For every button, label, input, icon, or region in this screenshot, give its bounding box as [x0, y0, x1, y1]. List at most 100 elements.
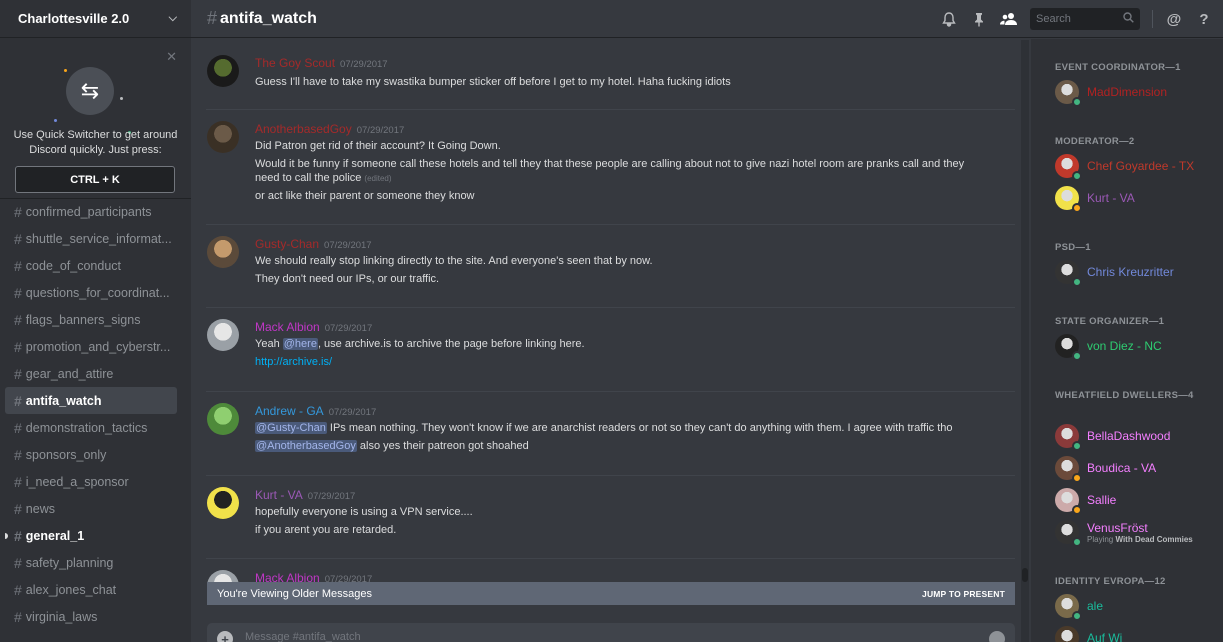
member-item[interactable]: MadDimension — [1055, 78, 1167, 107]
avatar — [1055, 186, 1082, 213]
member-item[interactable]: Kurt - VA — [1055, 184, 1135, 213]
message-input[interactable]: Message #antifa_watch — [245, 631, 989, 642]
channel-item[interactable]: # promotion_and_cyberstr... — [5, 333, 177, 360]
author-name[interactable]: Mack Albion — [255, 320, 320, 334]
avatar[interactable] — [207, 236, 239, 268]
search-input[interactable]: Search — [1030, 8, 1140, 30]
status-indicator — [1072, 203, 1082, 213]
channel-item[interactable]: # i_need_a_sponsor — [5, 468, 177, 495]
author-name[interactable]: The Goy Scout — [255, 56, 335, 70]
channel-item-label: general_1 — [25, 528, 85, 543]
member-name: BellaDashwood — [1087, 429, 1171, 443]
pin-icon[interactable] — [970, 10, 988, 28]
jump-to-present-button[interactable]: JUMP TO PRESENT — [922, 589, 1005, 599]
channel-item-label: flags_banners_signs — [25, 312, 141, 327]
channel-item[interactable]: # virginia_laws — [5, 603, 177, 630]
header-toolbar: Search @ ? — [940, 0, 1213, 38]
quick-switcher-text: Use Quick Switcher to get around Discord… — [13, 129, 178, 156]
member-text: MadDimension — [1079, 85, 1167, 99]
bell-icon[interactable] — [940, 10, 958, 28]
message-text: if you arent you are retarded. — [255, 524, 397, 536]
message-group: Kurt - VA 07/29/2017 hopefully everyone is… — [191, 475, 1023, 547]
message-list: The Goy Scout 07/29/2017 Guess I'll have t… — [191, 39, 1023, 642]
channel-item[interactable]: # sponsors_only — [5, 441, 177, 468]
message-composer[interactable]: + Message #antifa_watch — [207, 623, 1015, 642]
avatar — [1055, 626, 1079, 642]
avatar[interactable] — [207, 121, 239, 153]
member-item[interactable]: von Diez - NC — [1055, 332, 1162, 361]
channel-item[interactable]: # news — [5, 495, 177, 522]
channel-item-label: shuttle_service_informat... — [25, 231, 172, 246]
user-mention[interactable]: @AnotherbasedGoy — [255, 440, 357, 452]
status-indicator — [1072, 441, 1082, 451]
timestamp: 07/29/2017 — [328, 407, 377, 418]
author-name[interactable]: AnotherbasedGoy — [255, 122, 352, 136]
hash-icon: # — [14, 203, 22, 220]
author-name[interactable]: Gusty-Chan — [255, 237, 319, 251]
sparkle-icon — [54, 119, 57, 122]
channel-item[interactable]: # safety_planning — [5, 549, 177, 576]
user-mention[interactable]: @Gusty-Chan — [255, 422, 327, 434]
status-indicator — [1072, 171, 1082, 181]
member-text: Chris Kreuzritter — [1079, 265, 1174, 279]
upload-plus-icon[interactable]: + — [217, 631, 233, 642]
hash-icon: # — [14, 581, 22, 598]
member-text: Boudica - VA — [1079, 461, 1156, 475]
member-item[interactable]: ale — [1055, 592, 1103, 621]
scrollbar-thumb[interactable] — [1022, 568, 1028, 582]
user-mention[interactable]: @here — [282, 338, 318, 350]
member-text: von Diez - NC — [1079, 339, 1162, 353]
member-item[interactable]: Auf Wi — [1055, 624, 1122, 642]
hash-icon: # — [14, 527, 22, 544]
server-name: Charlottesville 2.0 — [18, 11, 130, 26]
edited-label: (edited) — [364, 174, 392, 183]
close-icon[interactable]: ✕ — [166, 49, 177, 65]
timestamp: 07/29/2017 — [307, 491, 356, 502]
channel-item[interactable]: # shuttle_service_informat... — [5, 225, 177, 252]
avatar — [1055, 334, 1082, 361]
message-group: Gusty-Chan 07/29/2017 We should really sto… — [191, 224, 1023, 296]
avatar[interactable] — [207, 319, 239, 351]
avatar — [1055, 154, 1082, 181]
channel-sidebar: Charlottesville 2.0 ⌵ ✕ ⇆ Use Quick Swit… — [0, 0, 191, 642]
members-icon[interactable] — [1000, 10, 1018, 28]
message-text: , use archive.is to archive the page bef… — [317, 338, 585, 350]
scrollbar-track[interactable] — [1021, 40, 1029, 642]
message-header: Gusty-Chan 07/29/2017 — [255, 237, 372, 251]
server-header[interactable]: Charlottesville 2.0 ⌵ — [0, 0, 191, 38]
member-item[interactable]: Boudica - VA — [1055, 454, 1156, 483]
channel-item[interactable]: # flags_banners_signs — [5, 306, 177, 333]
channel-item[interactable]: # code_of_conduct — [5, 252, 177, 279]
emoji-icon[interactable] — [989, 631, 1005, 642]
author-name[interactable]: Kurt - VA — [255, 488, 303, 502]
channel-item[interactable]: # general_1 — [5, 522, 177, 549]
avatar[interactable] — [207, 55, 239, 87]
channel-item-label: safety_planning — [25, 555, 114, 570]
channel-item-label: promotion_and_cyberstr... — [25, 339, 171, 354]
avatar — [1055, 80, 1082, 107]
member-item[interactable]: BellaDashwood — [1055, 422, 1171, 451]
avatar[interactable] — [207, 403, 239, 435]
channel-item[interactable]: # demonstration_tactics — [5, 414, 177, 441]
member-item[interactable]: Chris Kreuzritter — [1055, 258, 1174, 287]
message-divider — [206, 224, 1015, 225]
mentions-icon[interactable]: @ — [1165, 10, 1183, 28]
activity-name: With Dead Commies — [1115, 534, 1193, 544]
message-text: IPs mean nothing. They won't know if we … — [326, 422, 953, 434]
member-item[interactable]: VenusFröst Playing With Dead Commies — [1055, 518, 1193, 547]
channel-item[interactable]: # antifa_watch — [5, 387, 177, 414]
message-line: Would it be funny if someone call these … — [255, 157, 995, 171]
message-link[interactable]: http://archive.is/ — [255, 356, 332, 368]
avatar[interactable] — [207, 487, 239, 519]
channel-item[interactable]: # gear_and_attire — [5, 360, 177, 387]
channel-item[interactable]: # confirmed_participants — [5, 198, 177, 225]
message-divider — [206, 558, 1015, 559]
older-messages-text: You're Viewing Older Messages — [217, 587, 372, 600]
member-item[interactable]: Chef Goyardee - TX — [1055, 152, 1194, 181]
member-name: VenusFröst — [1087, 520, 1148, 535]
channel-item[interactable]: # questions_for_coordinat... — [5, 279, 177, 306]
author-name[interactable]: Andrew - GA — [255, 404, 324, 418]
help-icon[interactable]: ? — [1195, 10, 1213, 28]
channel-item[interactable]: # alex_jones_chat — [5, 576, 177, 603]
member-item[interactable]: Sallie — [1055, 486, 1116, 515]
